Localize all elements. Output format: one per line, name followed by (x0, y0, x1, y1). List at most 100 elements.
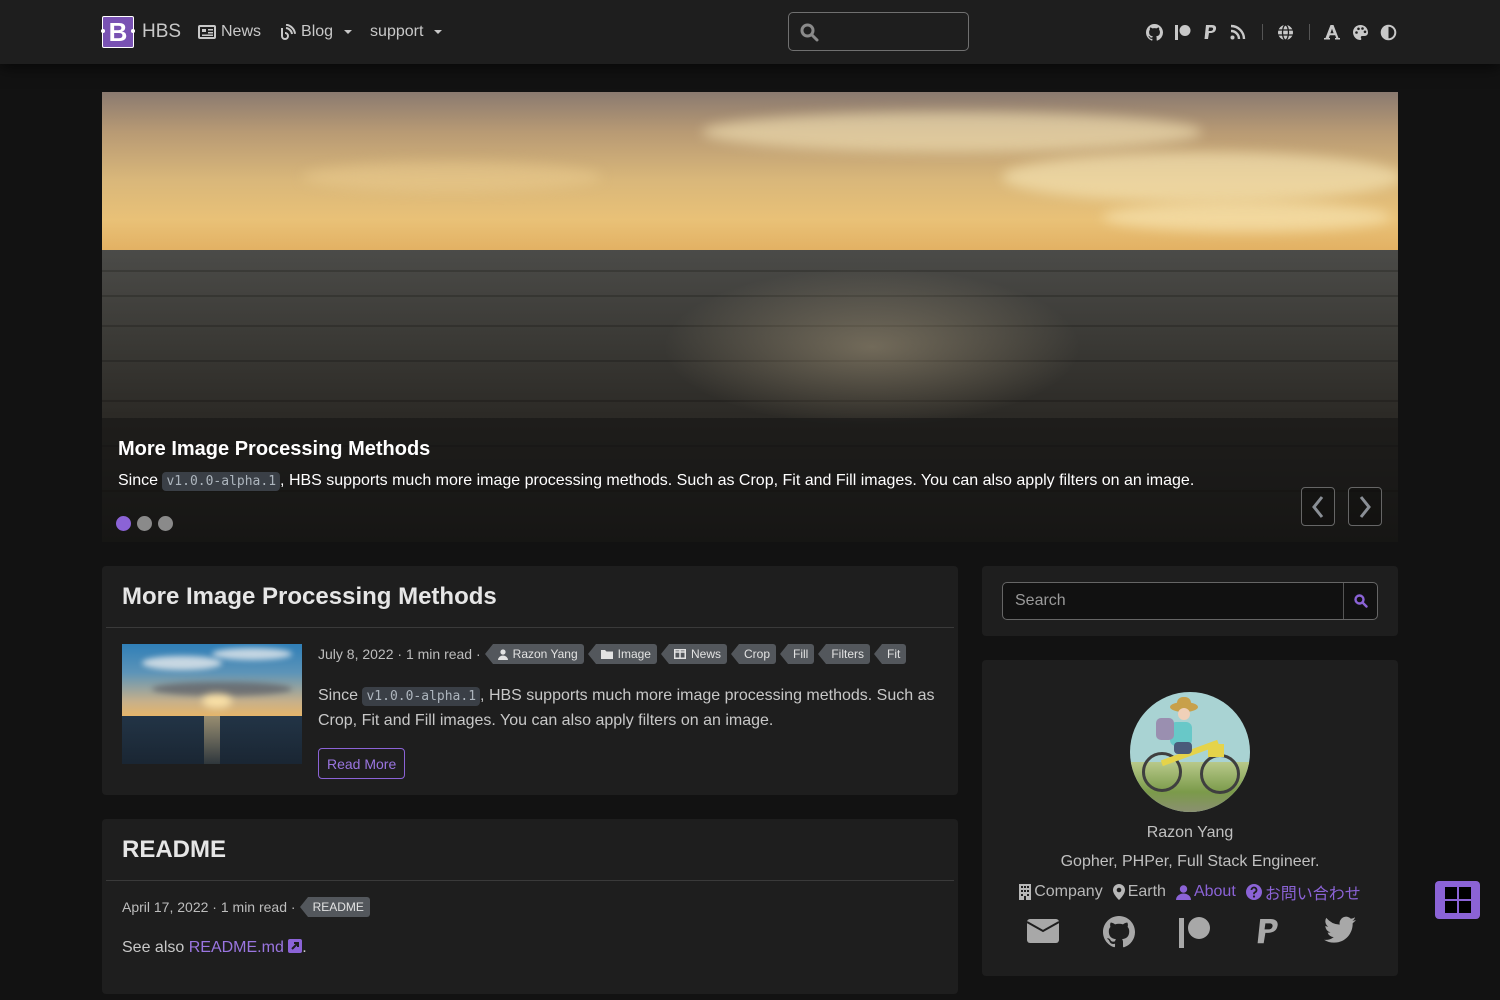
twitter-link[interactable] (1324, 916, 1356, 953)
profile-info: Company Earth About お問い合わせ (982, 880, 1398, 904)
profile-company: Company (1019, 880, 1103, 904)
post-meta: July 8, 2022 · 1 min read · Razon Yang I… (318, 644, 907, 664)
carousel-indicators (116, 516, 173, 531)
chevron-down-icon (344, 30, 353, 34)
patreon-icon (1179, 917, 1210, 948)
building-icon (1019, 884, 1032, 900)
github-link[interactable] (1103, 916, 1136, 953)
font-icon (1324, 25, 1340, 40)
post-tag[interactable]: Fit (873, 644, 907, 664)
github-link[interactable] (1144, 22, 1164, 42)
carousel-caption-title: More Image Processing Methods (118, 438, 431, 460)
nav-item-label: Blog (301, 23, 334, 40)
navbar-divider (1309, 24, 1310, 40)
read-more-button[interactable]: Read More (318, 748, 406, 779)
carousel-caption-text: Since v1.0.0-alpha.1, HBS supports much … (118, 472, 1195, 491)
post-tag[interactable]: Crop (730, 644, 777, 664)
post-date: July 8, 2022 (318, 646, 394, 662)
profile-name: Razon Yang (1146, 824, 1234, 841)
brand-name: HBS (142, 21, 182, 42)
carousel-prev-button[interactable] (1301, 487, 1335, 526)
brand-logo-icon: B (101, 16, 135, 48)
chevron-right-icon (1359, 495, 1371, 518)
about-link[interactable]: About (1175, 880, 1236, 904)
email-link[interactable] (1026, 916, 1060, 953)
divider (106, 627, 954, 628)
post-body: See also README.md . (122, 939, 307, 956)
newspaper-icon (198, 25, 216, 39)
post-meta: April 17, 2022 · 1 min read · README (122, 897, 370, 917)
rss-link[interactable] (1228, 22, 1248, 42)
layout-toggle-button[interactable] (1435, 881, 1480, 919)
divider (106, 880, 954, 881)
navbar-icons (1144, 20, 1406, 44)
paypal-link[interactable] (1255, 916, 1281, 953)
email-icon (1026, 919, 1060, 943)
version-code: v1.0.0-alpha.1 (362, 687, 481, 706)
profile-bio: Gopher, PHPer, Full Stack Engineer. (1060, 853, 1320, 870)
question-circle-icon (1245, 884, 1262, 900)
series-tag[interactable]: News (660, 644, 727, 664)
language-switcher[interactable] (1275, 22, 1295, 42)
grid-icon (1442, 885, 1473, 915)
post-title[interactable]: README (122, 836, 226, 864)
paypal-link[interactable] (1200, 22, 1220, 42)
external-link-icon (288, 939, 303, 953)
nav-item-support[interactable]: support (370, 23, 443, 41)
post-tag[interactable]: Fill (779, 644, 815, 664)
post-card: README April 17, 2022 · 1 min read · REA… (102, 819, 958, 994)
carousel-indicator-2[interactable] (137, 516, 152, 531)
post-title[interactable]: More Image Processing Methods (122, 583, 497, 611)
folder-icon (600, 650, 613, 659)
user-icon (1175, 884, 1191, 900)
blog-feed-icon (281, 23, 297, 40)
paypal-icon (1257, 919, 1278, 944)
post-date: April 17, 2022 (122, 899, 209, 915)
carousel-next-button[interactable] (1348, 487, 1382, 526)
contrast-icon (1380, 24, 1396, 40)
sidebar-search-card (982, 566, 1398, 636)
globe-icon (1277, 23, 1293, 41)
github-icon (1145, 23, 1163, 41)
chevron-down-icon (434, 30, 443, 34)
post-card: More Image Processing Methods July 8, 20… (102, 566, 958, 795)
post-excerpt: Since v1.0.0-alpha.1, HBS supports much … (318, 687, 935, 729)
sidebar-search-button[interactable] (1343, 583, 1377, 619)
version-code: v1.0.0-alpha.1 (162, 472, 281, 491)
theme-toggle[interactable] (1378, 22, 1398, 42)
rss-icon (1230, 24, 1246, 40)
nav-item-news[interactable]: News (198, 23, 261, 41)
palette-button[interactable] (1350, 22, 1370, 42)
font-size-button[interactable] (1322, 22, 1342, 42)
carousel-indicator-3[interactable] (158, 516, 173, 531)
patreon-link[interactable] (1172, 22, 1192, 42)
post-tag[interactable]: Filters (818, 644, 871, 664)
map-marker-icon (1112, 884, 1125, 900)
navbar-search (788, 12, 969, 51)
profile-location: Earth (1112, 880, 1166, 904)
brand-link[interactable]: B HBS (101, 16, 182, 48)
search-icon (800, 23, 819, 42)
carousel-slide-image (102, 92, 1398, 252)
chevron-left-icon (1312, 495, 1324, 518)
nav-item-label: support (370, 23, 424, 40)
patreon-link[interactable] (1178, 916, 1212, 953)
navbar: B HBS News Blog support (0, 0, 1500, 64)
nav-item-blog[interactable]: Blog (279, 23, 353, 41)
sidebar-search-input[interactable] (1003, 583, 1343, 619)
github-icon (1103, 916, 1136, 948)
profile-card: Razon Yang Gopher, PHPer, Full Stack Eng… (982, 660, 1398, 976)
readme-link[interactable]: README.md (189, 939, 303, 956)
post-tag[interactable]: README (299, 897, 370, 917)
category-tag[interactable]: Image (587, 644, 657, 664)
post-thumbnail[interactable] (122, 644, 302, 764)
avatar (1130, 692, 1250, 812)
post-read-time: 1 min read (405, 646, 473, 662)
carousel-indicator-1[interactable] (116, 516, 131, 531)
patreon-icon (1174, 24, 1190, 40)
hero-carousel: More Image Processing Methods Since v1.0… (102, 92, 1398, 542)
contact-link[interactable]: お問い合わせ (1245, 880, 1361, 904)
author-tag[interactable]: Razon Yang (484, 644, 584, 664)
main-nav: News Blog support (198, 0, 443, 64)
palette-icon (1352, 24, 1368, 40)
